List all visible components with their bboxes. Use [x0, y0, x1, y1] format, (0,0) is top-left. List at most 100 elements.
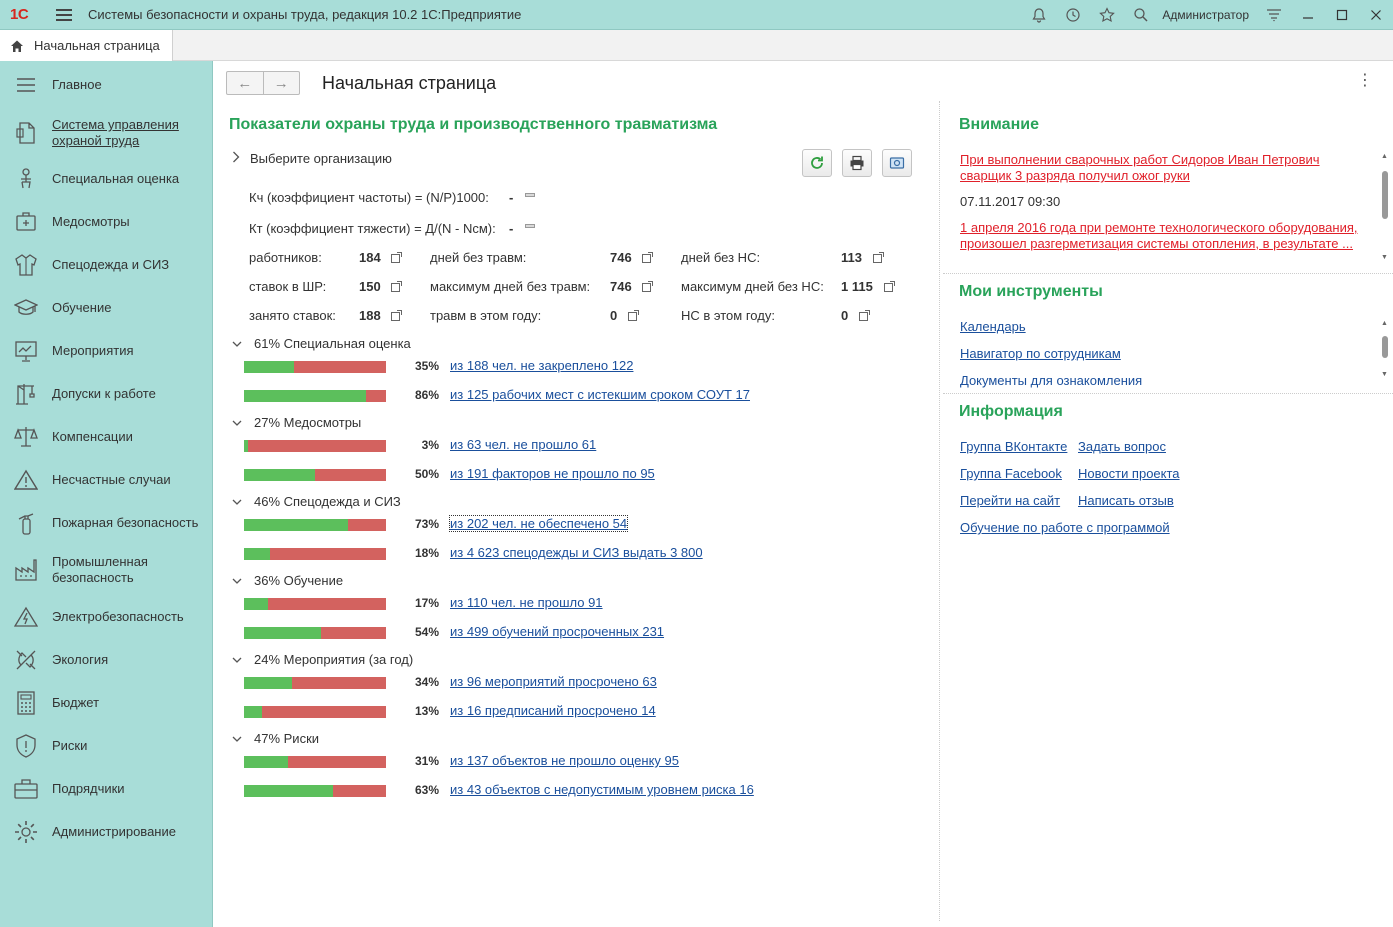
bell-icon[interactable] [1022, 0, 1056, 30]
indicator-group-header[interactable]: 27% Медосмотры [232, 415, 361, 430]
forward-button[interactable]: → [264, 72, 300, 94]
screenshot-button[interactable] [882, 149, 912, 177]
open-link-icon[interactable] [628, 310, 639, 321]
settings-lines-icon[interactable] [1257, 0, 1291, 30]
open-link-icon[interactable] [859, 310, 870, 321]
history-icon[interactable] [1056, 0, 1090, 30]
indicator-detail-link[interactable]: из 125 рабочих мест с истекшим сроком СО… [450, 387, 750, 402]
indicator-group-header[interactable]: 36% Обучение [232, 573, 343, 588]
star-icon[interactable] [1090, 0, 1124, 30]
sidebar-item-label: Риски [52, 738, 88, 753]
progress-bar-fill [244, 677, 292, 689]
sidebar-item-training[interactable]: Обучение [0, 298, 213, 318]
progress-bar [244, 785, 386, 797]
indicator-group-header[interactable]: 47% Риски [232, 731, 319, 746]
sidebar-item-electrical-safety[interactable]: Электробезопасность [0, 606, 213, 627]
sidebar-item-compensations[interactable]: Компенсации [0, 427, 213, 447]
facebook-group-link[interactable]: Группа Facebook [960, 466, 1062, 481]
alert-link[interactable]: 1 апреля 2016 года при ремонте технологи… [960, 220, 1360, 252]
write-review-link[interactable]: Написать отзыв [1078, 493, 1174, 508]
percent-value: 13% [414, 704, 439, 718]
factory-icon [13, 557, 39, 583]
vk-group-link[interactable]: Группа ВКонтакте [960, 439, 1067, 454]
sidebar-item-industrial-safety[interactable]: Промышленная безопасность [0, 553, 213, 587]
indicator-detail-link[interactable]: из 202 чел. не обеспечено 54 [448, 515, 629, 532]
progress-bar-fill [244, 785, 333, 797]
training-link[interactable]: Обучение по работе с программой [960, 520, 1170, 535]
sidebar-item-administration[interactable]: Администрирование [0, 821, 213, 843]
chevron-down-icon [232, 420, 242, 426]
indicator-detail-link[interactable]: из 110 чел. не прошло 91 [450, 595, 603, 610]
sidebar-item-accidents[interactable]: Несчастные случаи [0, 469, 213, 490]
close-icon[interactable] [1359, 0, 1393, 30]
attention-scrollbar[interactable]: ▲ ▼ [1380, 153, 1390, 261]
refresh-button[interactable] [802, 149, 832, 177]
sidebar-item-permits[interactable]: Допуски к работе [0, 384, 213, 405]
main-menu-icon[interactable] [56, 8, 72, 21]
open-link-icon[interactable] [884, 281, 895, 292]
section-divider [943, 393, 1393, 394]
tools-scrollbar[interactable]: ▲ ▼ [1380, 320, 1390, 378]
sidebar-item-sout[interactable]: Система управления охраной труда [0, 116, 213, 150]
indicator-detail-link[interactable]: из 43 объектов с недопустимым уровнем ри… [450, 782, 754, 797]
search-icon[interactable] [1124, 0, 1158, 30]
tool-link[interactable]: Календарь [960, 319, 1026, 334]
indicator-detail-link[interactable]: из 16 предписаний просрочено 14 [450, 703, 656, 718]
document-icon [13, 120, 39, 146]
alert-link[interactable]: При выполнении сварочных работ Сидоров И… [960, 152, 1360, 184]
title-bar: 1С Системы безопасности и охраны труда, … [0, 0, 1393, 30]
indicator-group-header[interactable]: 24% Мероприятия (за год) [232, 652, 413, 667]
indicator-detail-link[interactable]: из 63 чел. не прошло 61 [450, 437, 596, 452]
indicator-detail-link[interactable]: из 499 обучений просроченных 231 [450, 624, 664, 639]
indicator-detail-link[interactable]: из 4 623 спецодежды и СИЗ выдать 3 800 [450, 545, 703, 560]
main-area: ← → Начальная страница ⋮ Показатели охра… [214, 61, 1393, 927]
open-link-icon[interactable] [642, 252, 653, 263]
indicator-group-header[interactable]: 46% Спецодежда и СИЗ [232, 494, 401, 509]
open-link-icon[interactable] [391, 252, 402, 263]
tab-home[interactable]: Начальная страница [0, 30, 173, 61]
sidebar-item-label: Администрирование [52, 824, 176, 839]
tool-link[interactable]: Документы для ознакомления [960, 373, 1142, 388]
more-actions-icon[interactable]: ⋮ [1357, 73, 1373, 89]
sidebar-item-main[interactable]: Главное [0, 75, 213, 95]
sidebar-item-contractors[interactable]: Подрядчики [0, 779, 213, 799]
sidebar-item-special-assessment[interactable]: Специальная оценка [0, 168, 213, 189]
sidebar-item-budget[interactable]: Бюджет [0, 691, 213, 715]
sidebar-item-label: Специальная оценка [52, 171, 180, 186]
sidebar-item-label: Компенсации [52, 429, 133, 444]
project-news-link[interactable]: Новости проекта [1078, 466, 1180, 481]
user-name[interactable]: Администратор [1162, 8, 1249, 22]
indicator-detail-link[interactable]: из 137 объектов не прошло оценку 95 [450, 753, 679, 768]
sidebar-item-medical[interactable]: Медосмотры [0, 212, 213, 232]
select-organization-label: Выберите организацию [250, 151, 392, 166]
minimize-icon[interactable] [1291, 0, 1325, 30]
medical-case-icon [13, 209, 39, 235]
sidebar-item-ppe[interactable]: Спецодежда и СИЗ [0, 254, 213, 276]
print-button[interactable] [842, 149, 872, 177]
sidebar-item-fire-safety[interactable]: Пожарная безопасность [0, 513, 213, 535]
info-title: Информация [959, 403, 1063, 420]
chevron-down-icon [232, 657, 242, 663]
indicator-detail-link[interactable]: из 96 мероприятий просрочено 63 [450, 674, 657, 689]
indicator-detail-link[interactable]: из 191 факторов не прошло по 95 [450, 466, 655, 481]
progress-bar [244, 519, 386, 531]
progress-bar-fill [244, 756, 288, 768]
open-link-icon[interactable] [391, 310, 402, 321]
sidebar-item-ecology[interactable]: Экология [0, 650, 213, 670]
select-organization[interactable]: Выберите организацию [232, 151, 392, 166]
sidebar-item-risks[interactable]: Риски [0, 734, 213, 758]
open-link-icon[interactable] [873, 252, 884, 263]
indicator-group-title: 36% Обучение [254, 573, 344, 588]
ask-question-link[interactable]: Задать вопрос [1078, 439, 1166, 454]
back-button[interactable]: ← [227, 72, 264, 94]
presentation-icon [13, 338, 39, 364]
home-icon [11, 40, 23, 52]
indicator-detail-link[interactable]: из 188 чел. не закреплено 122 [450, 358, 633, 373]
maximize-icon[interactable] [1325, 0, 1359, 30]
open-link-icon[interactable] [642, 281, 653, 292]
sidebar-item-events[interactable]: Мероприятия [0, 338, 213, 364]
tool-link[interactable]: Навигатор по сотрудникам [960, 346, 1121, 361]
indicator-group-header[interactable]: 61% Специальная оценка [232, 336, 411, 351]
go-to-site-link[interactable]: Перейти на сайт [960, 493, 1060, 508]
open-link-icon[interactable] [391, 281, 402, 292]
